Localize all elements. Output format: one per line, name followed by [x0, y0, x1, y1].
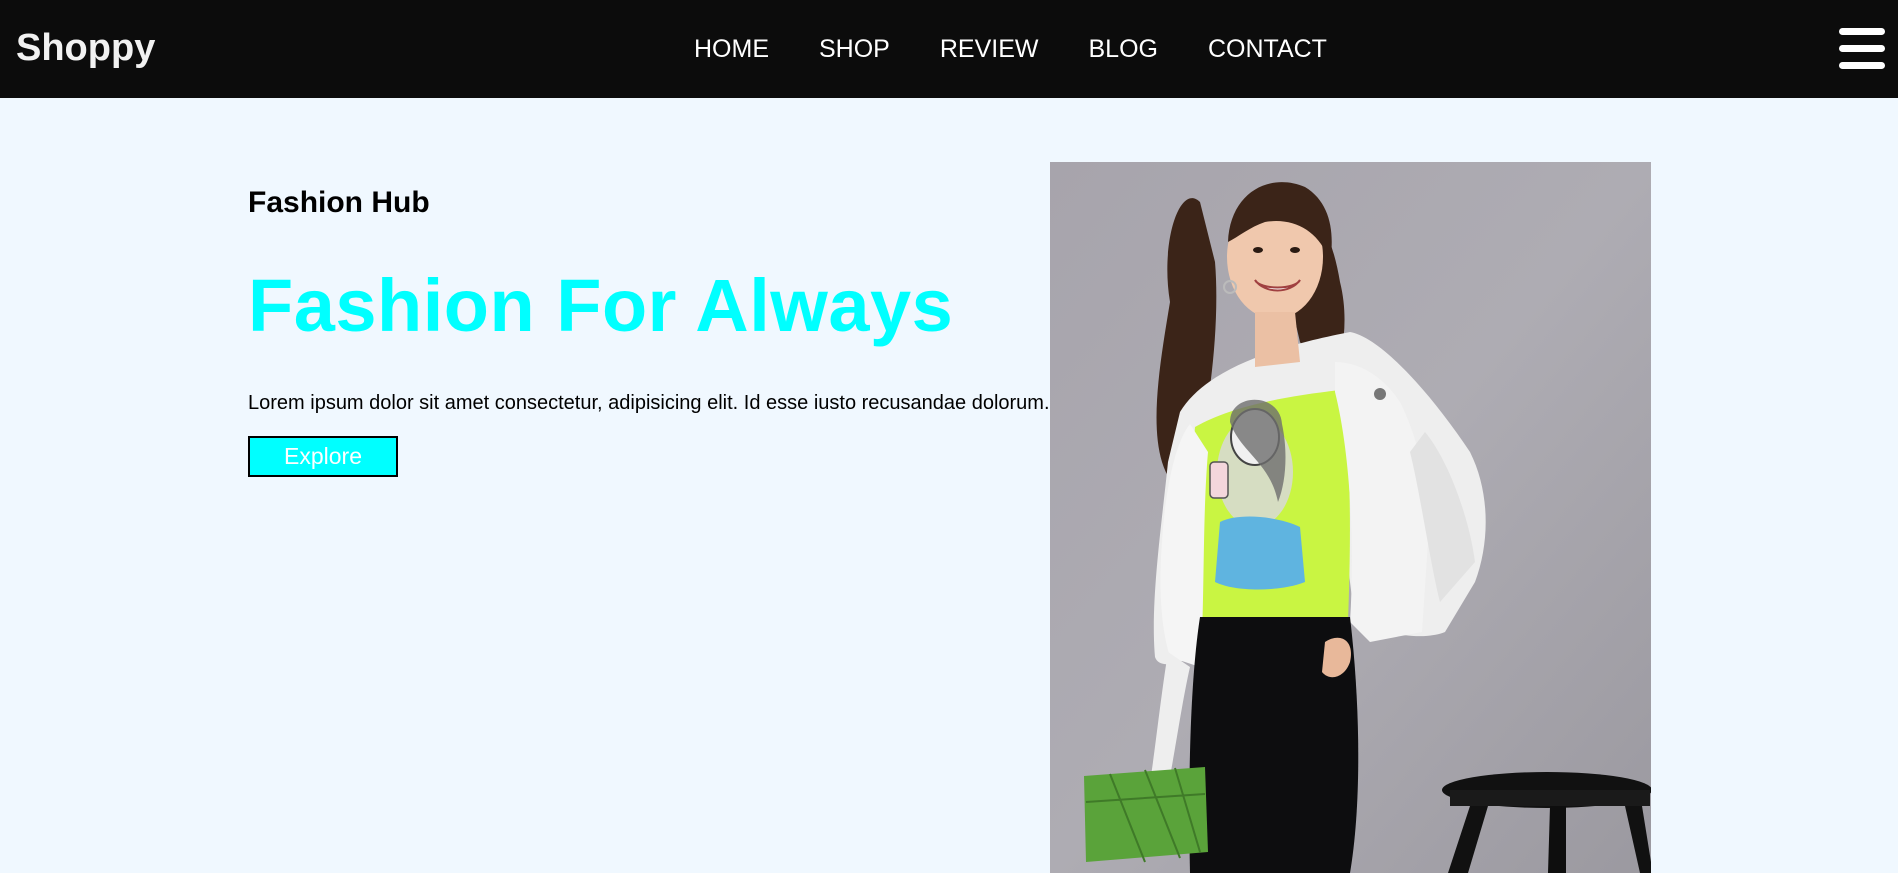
- main-nav: HOME SHOP REVIEW BLOG CONTACT: [694, 34, 1377, 64]
- hero-subtitle: Fashion Hub: [248, 186, 430, 219]
- hero-model-image: [1050, 162, 1651, 873]
- nav-link-review[interactable]: REVIEW: [940, 34, 1039, 64]
- nav-link-shop[interactable]: SHOP: [819, 34, 890, 64]
- nav-link-contact[interactable]: CONTACT: [1208, 34, 1327, 64]
- brand-logo[interactable]: Shoppy: [16, 28, 155, 68]
- hero-description: Lorem ipsum dolor sit amet consectetur, …: [248, 392, 1050, 414]
- nav-link-home[interactable]: HOME: [694, 34, 769, 64]
- navbar: Shoppy HOME SHOP REVIEW BLOG CONTACT: [0, 0, 1898, 98]
- nav-link-blog[interactable]: BLOG: [1088, 34, 1157, 64]
- hero-headline: Fashion For Always: [248, 264, 954, 347]
- explore-button[interactable]: Explore: [248, 436, 398, 477]
- hamburger-menu-icon[interactable]: [1839, 28, 1885, 70]
